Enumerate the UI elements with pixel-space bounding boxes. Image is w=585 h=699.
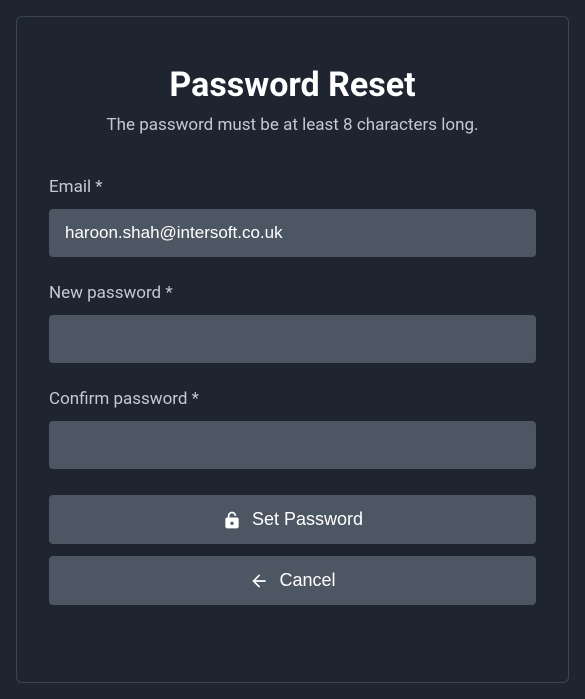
new-password-label: New password * (49, 283, 536, 303)
cancel-button[interactable]: Cancel (49, 556, 536, 605)
new-password-field[interactable] (49, 315, 536, 363)
arrow-left-icon (249, 571, 269, 591)
set-password-button[interactable]: Set Password (49, 495, 536, 544)
confirm-password-label: Confirm password * (49, 389, 536, 409)
confirm-password-field[interactable] (49, 421, 536, 469)
lock-open-icon (222, 510, 242, 530)
email-field[interactable] (49, 209, 536, 257)
password-reset-card: Password Reset The password must be at l… (16, 16, 569, 683)
set-password-button-label: Set Password (252, 509, 363, 530)
email-field-group: Email * (49, 177, 536, 257)
page-subtitle: The password must be at least 8 characte… (49, 115, 536, 135)
actions: Set Password Cancel (49, 495, 536, 605)
new-password-field-group: New password * (49, 283, 536, 363)
confirm-password-field-group: Confirm password * (49, 389, 536, 469)
email-label: Email * (49, 177, 536, 197)
page-title: Password Reset (49, 65, 536, 105)
cancel-button-label: Cancel (279, 570, 335, 591)
